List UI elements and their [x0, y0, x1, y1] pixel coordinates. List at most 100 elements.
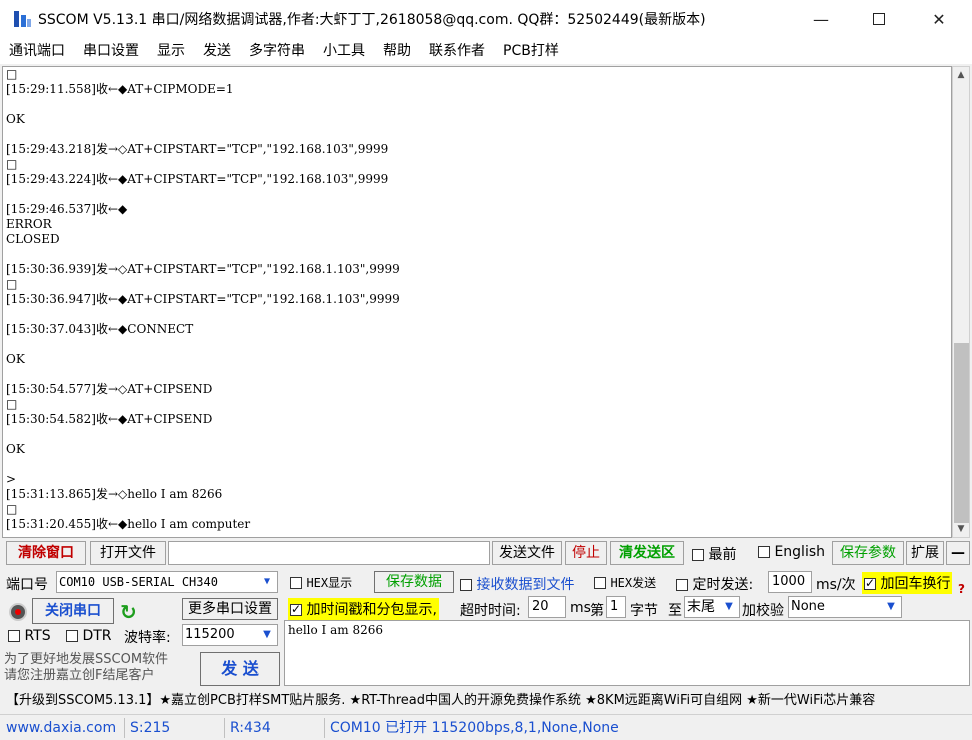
timeout-unit: ms: [570, 600, 591, 616]
byte-label: 字节: [630, 603, 658, 619]
topmost-checkbox[interactable]: 最前: [692, 544, 736, 564]
menu-contact-author[interactable]: 联系作者: [420, 38, 494, 64]
checkbox-box: [692, 549, 704, 561]
to-value: 末尾: [687, 599, 715, 615]
checkbox-box: [8, 630, 20, 642]
port-label: 端口号: [6, 577, 48, 593]
recv-to-file-label: 接收数据到文件: [476, 577, 575, 593]
log-scrollbar[interactable]: ▲ ▼: [952, 66, 970, 538]
menu-multi-string[interactable]: 多字符串: [240, 38, 314, 64]
baud-label: 波特率:: [124, 630, 171, 646]
timed-send-label: 定时发送:: [692, 577, 754, 593]
save-params-button[interactable]: 保存参数: [832, 541, 904, 565]
send-button[interactable]: 发 送: [200, 652, 280, 686]
minimize-button[interactable]: —: [792, 0, 850, 38]
menu-display[interactable]: 显示: [148, 38, 194, 64]
log-line: OK: [6, 442, 25, 456]
hex-send-checkbox[interactable]: HEX发送: [594, 574, 656, 591]
hex-send-label: HEX发送: [610, 576, 657, 590]
to-select[interactable]: 末尾 ▼: [684, 596, 740, 618]
scroll-thumb[interactable]: [954, 343, 969, 523]
menu-comm-port[interactable]: 通讯端口: [0, 38, 74, 64]
rts-checkbox[interactable]: RTS: [8, 628, 51, 644]
maximize-button[interactable]: [850, 0, 908, 38]
baud-select[interactable]: 115200 ▼: [182, 624, 278, 646]
chevron-down-icon: ▼: [263, 576, 271, 587]
save-data-button[interactable]: 保存数据: [374, 571, 454, 593]
file-path-input[interactable]: [168, 541, 490, 565]
close-port-button[interactable]: 关闭串口: [32, 598, 114, 624]
window-title: SSCOM V5.13.1 串口/网络数据调试器,作者:大虾丁丁,2618058…: [38, 12, 706, 28]
menu-serial-settings[interactable]: 串口设置: [74, 38, 148, 64]
log-line: [15:30:54.582]收←◆AT+CIPSEND: [6, 412, 213, 426]
checksum-value: None: [791, 599, 825, 614]
log-line: >: [6, 472, 17, 486]
sent-count: S:215: [130, 720, 171, 736]
log-line: [15:29:11.558]收←◆AT+CIPMODE=1: [6, 82, 234, 96]
log-line: [15:30:54.577]发→◇AT+CIPSEND: [6, 382, 213, 396]
timed-send-checkbox[interactable]: 定时发送:: [676, 574, 753, 594]
log-line: □: [6, 67, 18, 81]
timeout-input[interactable]: 20: [528, 596, 566, 618]
byte-no-prefix: 第: [590, 603, 604, 619]
interval-input[interactable]: 1000: [768, 571, 812, 593]
checkbox-box: [460, 579, 472, 591]
menu-tools[interactable]: 小工具: [314, 38, 374, 64]
log-line: CLOSED: [6, 232, 60, 246]
collapse-button[interactable]: —: [946, 541, 970, 565]
checkbox-box: [66, 630, 78, 642]
expand-button[interactable]: 扩展: [906, 541, 944, 565]
toolbar-row: 清除窗口 打开文件 发送文件 停止 清发送区 最前 English 保存参数 扩…: [0, 541, 972, 565]
hex-display-checkbox[interactable]: HEX显示: [290, 574, 352, 591]
chevron-down-icon: ▼: [263, 629, 271, 640]
scroll-down-icon[interactable]: ▼: [953, 521, 969, 537]
open-file-button[interactable]: 打开文件: [90, 541, 166, 565]
baud-value: 115200: [185, 627, 235, 642]
english-checkbox[interactable]: English: [758, 544, 825, 560]
website-link[interactable]: www.daxia.com: [6, 715, 116, 740]
add-crlf-checkbox[interactable]: 加回车换行: [862, 572, 953, 594]
log-line: OK: [6, 112, 25, 126]
to-label: 至: [668, 603, 682, 619]
log-line: [15:30:37.043]收←◆CONNECT: [6, 322, 194, 336]
checkbox-box: [676, 579, 688, 591]
log-line: [15:31:20.455]收←◆hello I am computer: [6, 517, 251, 531]
log-line: OK: [6, 352, 25, 366]
title-bar: SSCOM V5.13.1 串口/网络数据调试器,作者:大虾丁丁,2618058…: [0, 0, 972, 38]
send-textarea[interactable]: hello I am 8266: [284, 620, 970, 686]
menu-send[interactable]: 发送: [194, 38, 240, 64]
topmost-label: 最前: [708, 547, 737, 563]
scroll-up-icon[interactable]: ▲: [953, 67, 969, 83]
menu-help[interactable]: 帮助: [374, 38, 420, 64]
receive-log[interactable]: □ [15:29:11.558]收←◆AT+CIPMODE=1 OK [15:2…: [2, 66, 952, 538]
log-line: [15:29:43.218]发→◇AT+CIPSTART="TCP","192.…: [6, 142, 389, 156]
ad-marquee[interactable]: 【升级到SSCOM5.13.1】★嘉立创PCB打样SMT贴片服务. ★RT-Th…: [0, 690, 972, 712]
refresh-icon[interactable]: ↻: [120, 600, 137, 624]
port-value: COM10 USB-SERIAL CH340: [59, 575, 218, 589]
menu-pcb-proofing[interactable]: PCB打样: [494, 38, 568, 64]
close-button[interactable]: ✕: [910, 0, 968, 38]
byte-no-input[interactable]: 1: [606, 596, 626, 618]
menu-bar: 通讯端口 串口设置 显示 发送 多字符串 小工具 帮助 联系作者 PCB打样: [0, 38, 972, 64]
checkbox-box: [594, 577, 606, 589]
log-line: □: [6, 277, 18, 291]
clear-window-button[interactable]: 清除窗口: [6, 541, 86, 565]
clear-send-area-button[interactable]: 清发送区: [610, 541, 684, 565]
checkbox-box: [864, 576, 876, 590]
dtr-checkbox[interactable]: DTR: [66, 628, 112, 644]
rts-label: RTS: [24, 628, 51, 644]
timestamp-checkbox[interactable]: 加时间戳和分包显示,: [288, 598, 439, 620]
stop-button[interactable]: 停止: [565, 541, 607, 565]
english-label: English: [774, 544, 826, 560]
help-icon[interactable]: ?: [958, 582, 965, 596]
hex-display-label: HEX显示: [306, 576, 353, 590]
checksum-label: 加校验: [742, 603, 784, 619]
port-select[interactable]: COM10 USB-SERIAL CH340 ▼: [56, 571, 278, 593]
more-serial-settings-button[interactable]: 更多串口设置: [182, 598, 278, 620]
send-file-button[interactable]: 发送文件: [492, 541, 562, 565]
recv-to-file-checkbox[interactable]: 接收数据到文件: [460, 574, 574, 594]
checksum-select[interactable]: None ▼: [788, 596, 902, 618]
